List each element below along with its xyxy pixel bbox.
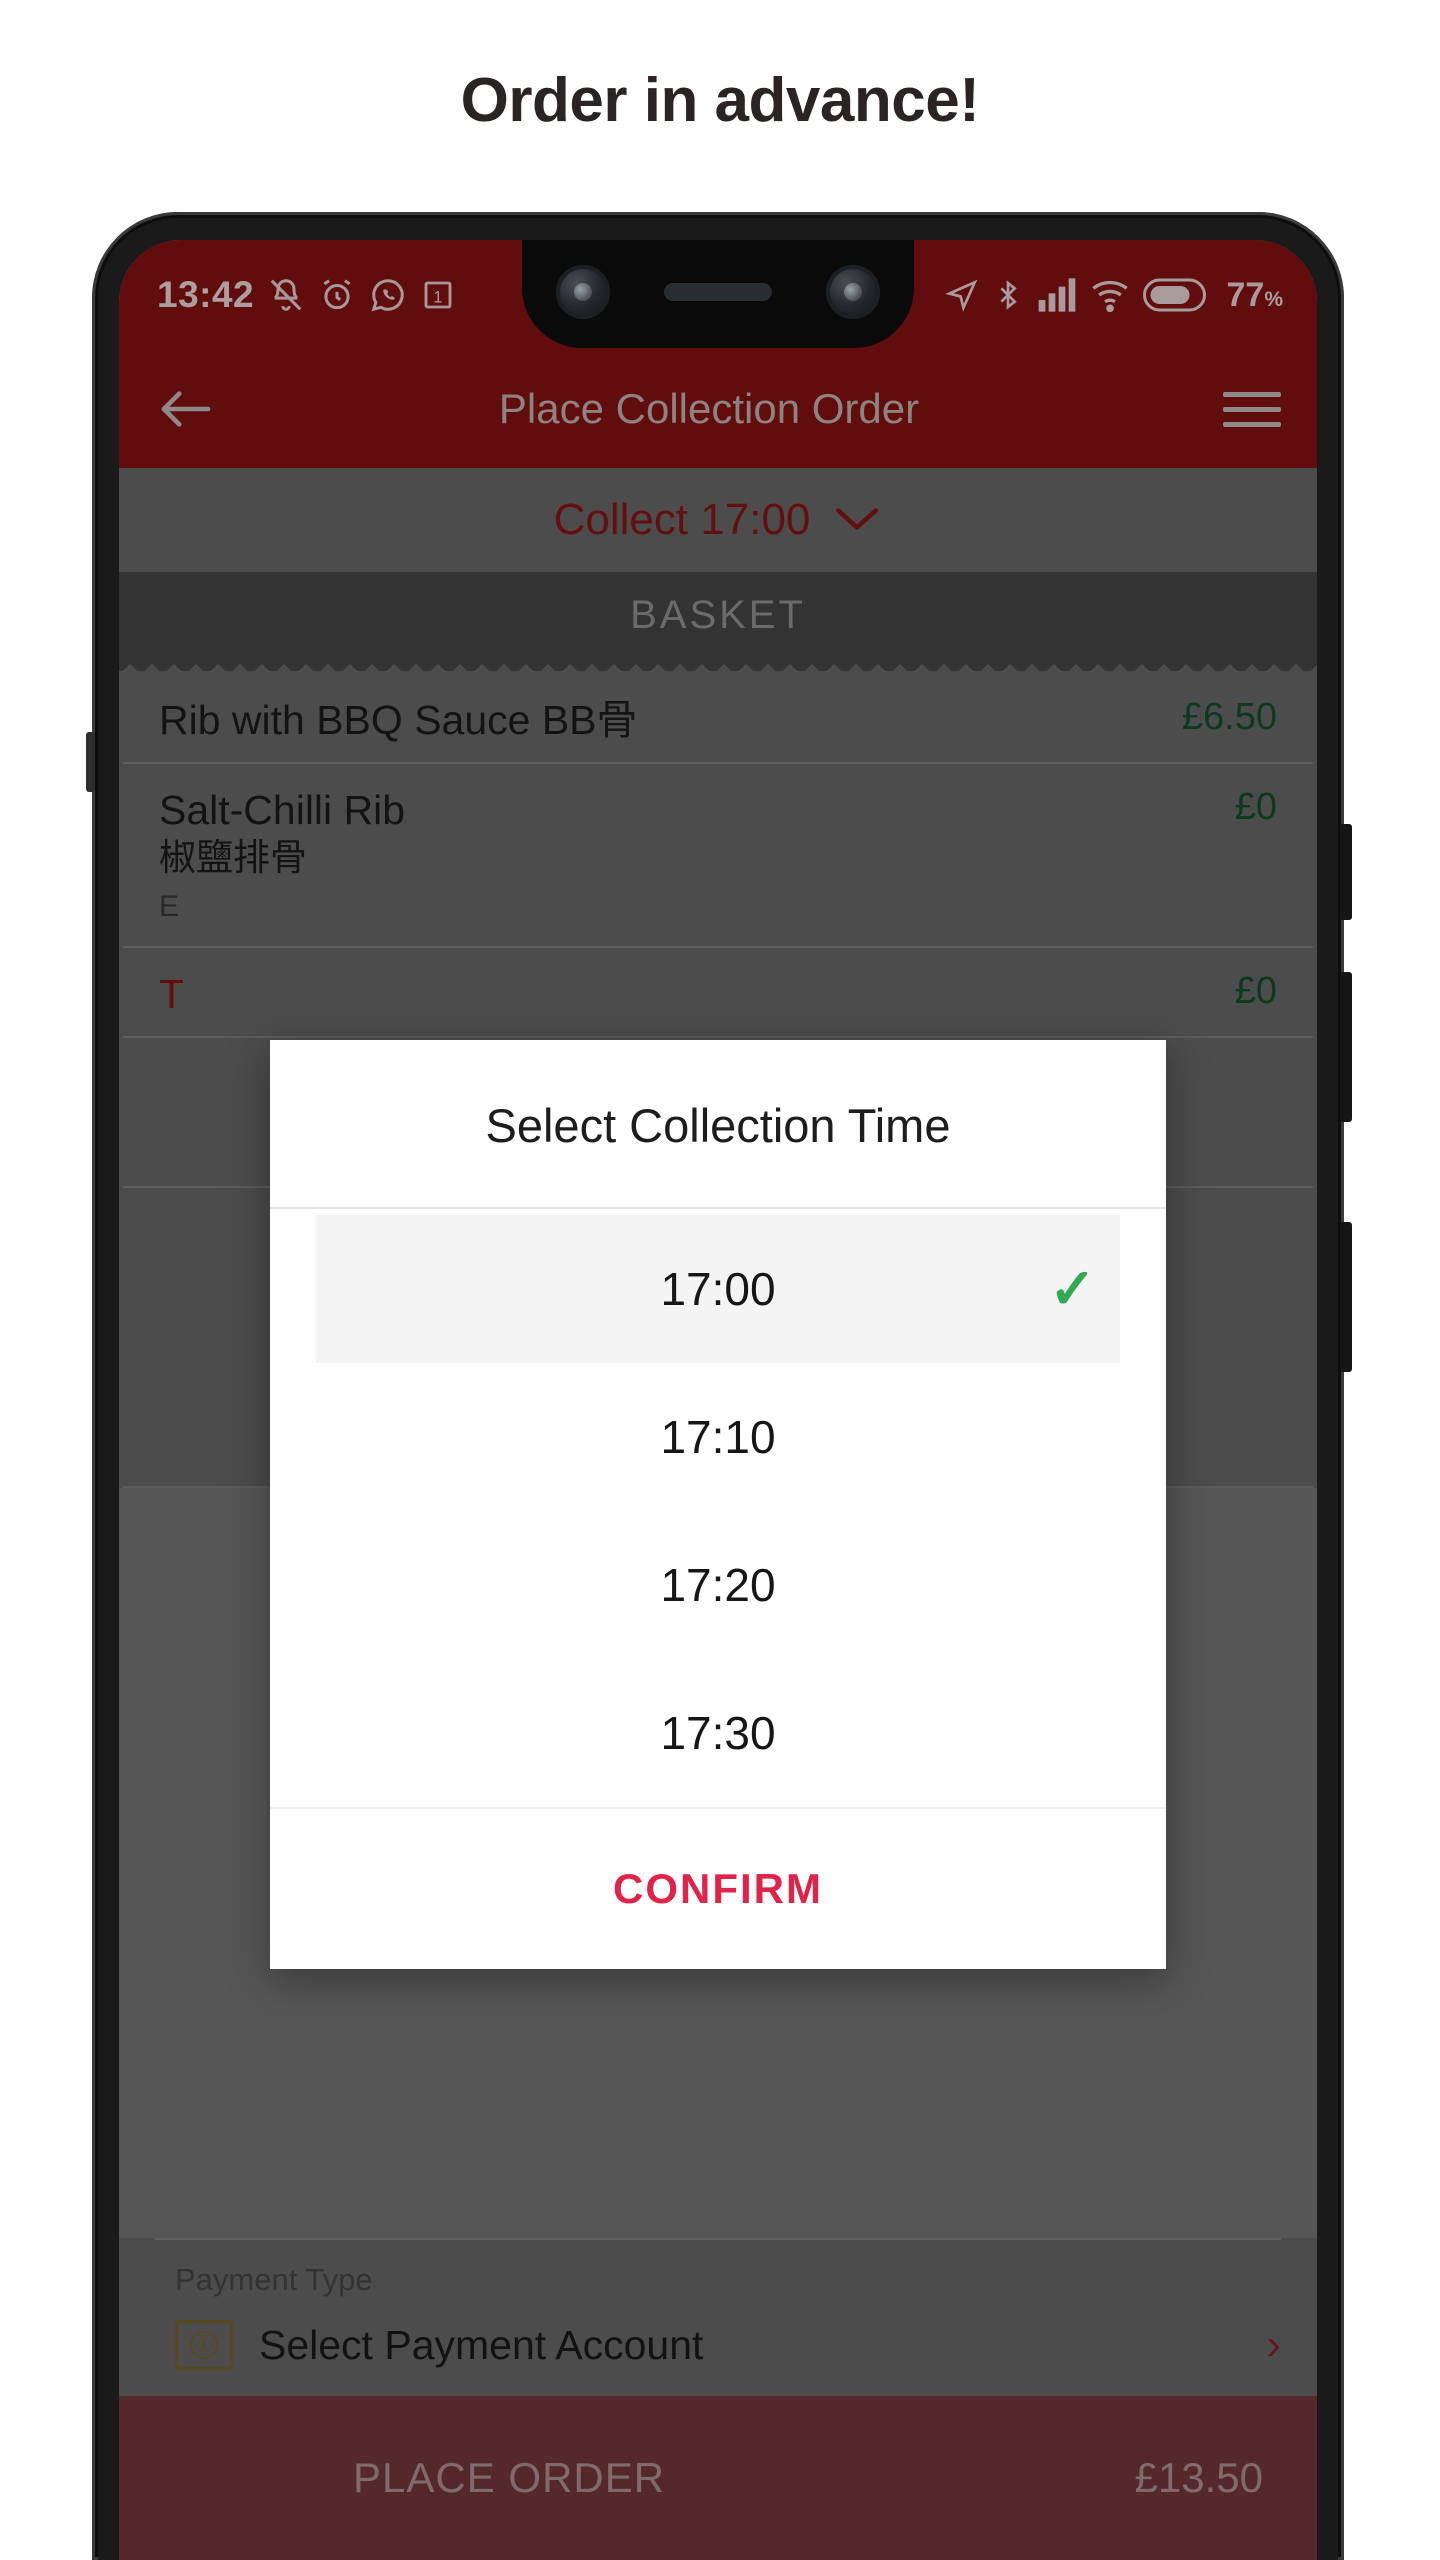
time-option-label: 17:10 [660,1411,776,1463]
confirm-button[interactable]: CONFIRM [613,1865,823,1913]
front-camera-left-icon [556,265,610,319]
time-option-label: 17:00 [660,1263,776,1315]
camera-notch [522,240,914,348]
dialog-title: Select Collection Time [270,1040,1166,1209]
phone-volume-up-button [1340,972,1352,1122]
time-option-label: 17:20 [660,1559,776,1611]
time-option-1710[interactable]: 17:10 [270,1363,1166,1511]
check-icon: ✓ [1049,1257,1096,1320]
time-option-list: 17:00 ✓ 17:10 17:20 17:30 [270,1209,1166,1807]
page-title: Order in advance! [460,65,980,135]
select-collection-time-dialog: Select Collection Time 17:00 ✓ 17:10 17:… [270,1040,1166,1969]
phone-screen: 13:42 1 77% Place Collection Order Colle… [119,240,1317,2560]
phone-power-button [1340,824,1352,920]
phone-frame: 13:42 1 77% Place Collection Order Colle… [86,212,1352,2560]
phone-volume-down-button [1340,1222,1352,1372]
time-option-1730[interactable]: 17:30 [270,1659,1166,1807]
phone-left-button [86,732,95,792]
earpiece-speaker [664,283,772,301]
time-option-1720[interactable]: 17:20 [270,1511,1166,1659]
front-camera-right-icon [826,265,880,319]
dialog-footer: CONFIRM [270,1807,1166,1969]
time-option-label: 17:30 [660,1707,776,1759]
time-option-1700[interactable]: 17:00 ✓ [316,1215,1120,1363]
